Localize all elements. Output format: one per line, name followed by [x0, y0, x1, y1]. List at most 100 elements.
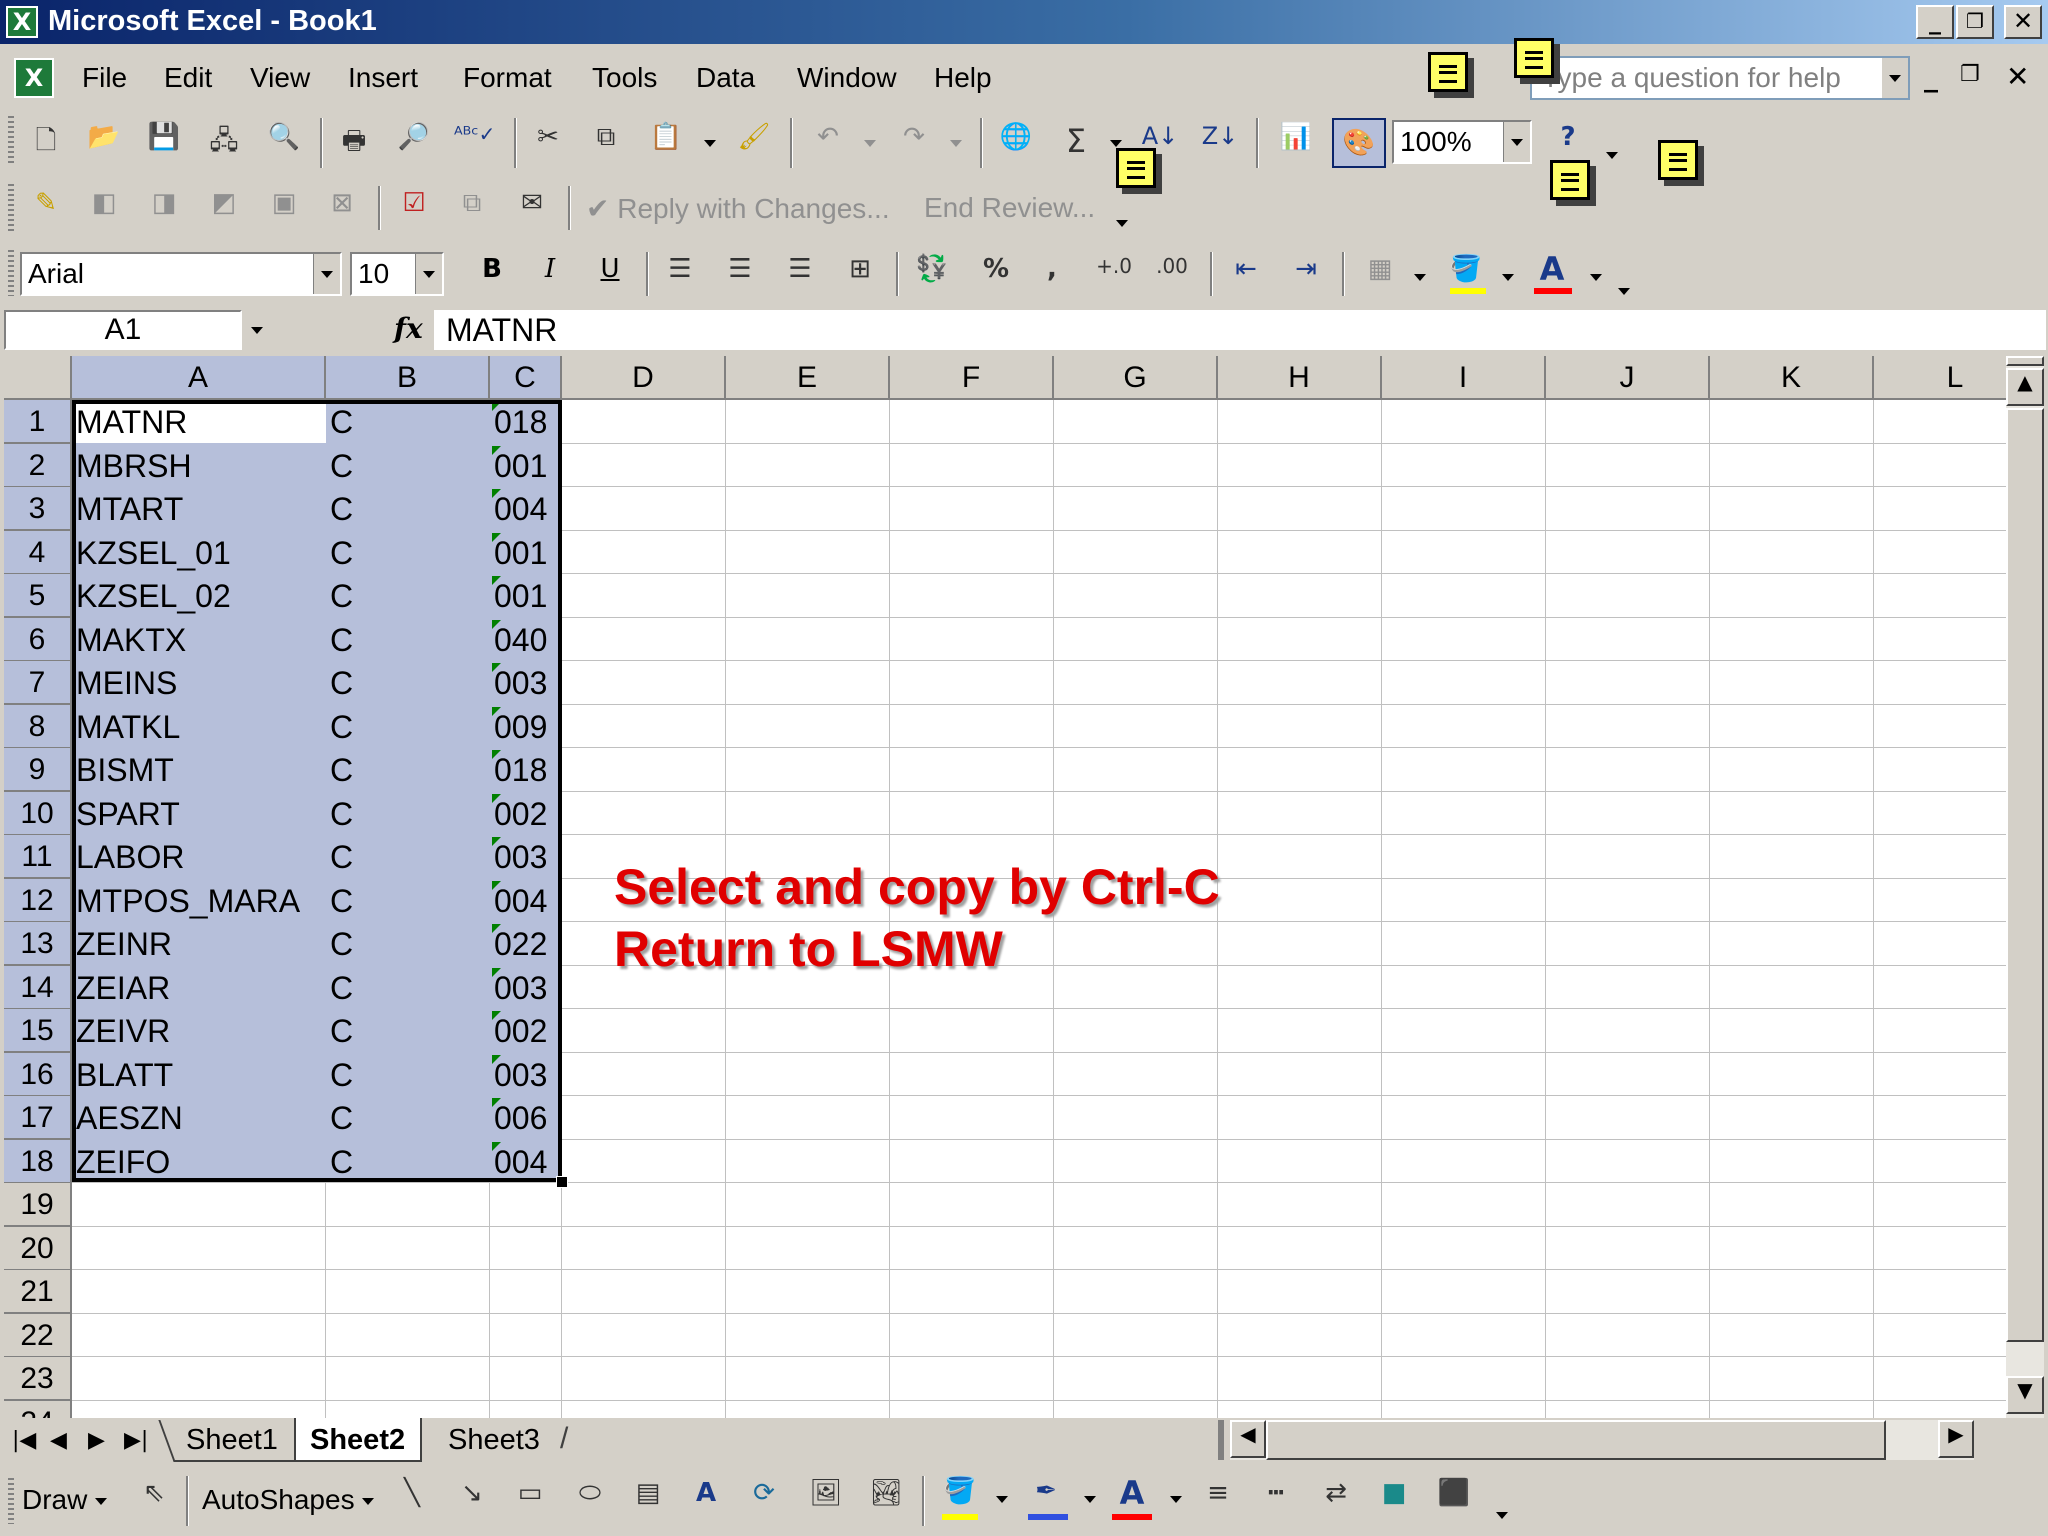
- sort-ascending-icon[interactable]: A↓: [1140, 122, 1180, 162]
- column-header-b[interactable]: B: [326, 356, 490, 400]
- workbook-minimize-button[interactable]: _: [1924, 60, 1938, 93]
- chevron-down-icon[interactable]: [1618, 288, 1630, 295]
- font-select[interactable]: Arial: [20, 252, 342, 296]
- align-right-icon[interactable]: ☰: [780, 254, 820, 294]
- column-header-d[interactable]: D: [562, 356, 726, 400]
- row-header-9[interactable]: 9: [4, 748, 72, 792]
- help-icon[interactable]: ?: [1548, 122, 1588, 162]
- row-header-14[interactable]: 14: [4, 965, 72, 1010]
- clip-art-icon[interactable]: 🖼: [806, 1478, 846, 1518]
- permission-icon[interactable]: 🖧: [204, 122, 244, 162]
- row-header-17[interactable]: 17: [4, 1096, 72, 1140]
- row-header-2[interactable]: 2: [4, 443, 72, 488]
- spelling-icon[interactable]: ᴬᴮᶜ✓: [454, 122, 495, 162]
- horizontal-scroll-thumb[interactable]: [1266, 1420, 1886, 1460]
- row-header-6[interactable]: 6: [4, 617, 72, 662]
- column-header-l[interactable]: L: [1874, 356, 2006, 400]
- column-header-i[interactable]: I: [1382, 356, 1546, 400]
- menu-window[interactable]: Window: [797, 62, 897, 94]
- row-header-7[interactable]: 7: [4, 661, 72, 705]
- name-box[interactable]: A1: [4, 310, 242, 350]
- arrow-style-icon[interactable]: ⇄: [1316, 1478, 1356, 1518]
- arrow-icon[interactable]: ↘: [452, 1478, 492, 1518]
- line-icon[interactable]: ╲: [392, 1478, 432, 1518]
- vertical-scroll-thumb[interactable]: [2006, 408, 2044, 1342]
- underline-icon[interactable]: U: [590, 254, 630, 294]
- chevron-down-icon[interactable]: [1590, 274, 1602, 281]
- decrease-decimal-icon[interactable]: .00: [1152, 254, 1192, 294]
- autoshapes-menu-button[interactable]: AutoShapes: [202, 1484, 375, 1516]
- previous-sheet-button[interactable]: ◀: [50, 1428, 67, 1453]
- row-header-24[interactable]: 24: [4, 1400, 72, 1418]
- autosum-icon[interactable]: Σ: [1056, 122, 1096, 162]
- cut-icon[interactable]: ✂: [528, 122, 568, 162]
- toolbar-grip[interactable]: [8, 184, 14, 232]
- font-size-dropdown-button[interactable]: [415, 254, 442, 294]
- draw-menu-button[interactable]: Draw: [22, 1484, 108, 1516]
- font-dropdown-button[interactable]: [313, 254, 340, 294]
- menu-view[interactable]: View: [250, 62, 310, 94]
- column-header-k[interactable]: K: [1710, 356, 1874, 400]
- column-header-g[interactable]: G: [1054, 356, 1218, 400]
- wordart-icon[interactable]: A: [686, 1478, 726, 1518]
- next-comment-icon[interactable]: ◨: [144, 188, 184, 228]
- increase-decimal-icon[interactable]: +.0: [1094, 254, 1134, 294]
- row-header-23[interactable]: 23: [4, 1357, 72, 1401]
- vertical-scrollbar[interactable]: ▲ ▼: [2006, 356, 2044, 1418]
- select-objects-icon[interactable]: ⇖: [134, 1478, 174, 1518]
- scroll-right-button[interactable]: ▶: [1938, 1420, 1974, 1458]
- workbook-restore-button[interactable]: ❐: [1960, 62, 1980, 87]
- chevron-down-icon[interactable]: [1502, 274, 1514, 281]
- horizontal-scrollbar[interactable]: ◀ ▶: [1230, 1420, 1974, 1460]
- row-header-8[interactable]: 8: [4, 704, 72, 749]
- rectangle-icon[interactable]: ▭: [510, 1478, 550, 1518]
- column-header-a[interactable]: A: [72, 356, 326, 400]
- previous-comment-icon[interactable]: ◧: [84, 188, 124, 228]
- row-header-3[interactable]: 3: [4, 487, 72, 531]
- zoom-select[interactable]: 100%: [1392, 120, 1532, 164]
- chevron-down-icon[interactable]: [1170, 1496, 1182, 1503]
- menu-format[interactable]: Format: [463, 62, 552, 94]
- chevron-down-icon[interactable]: [1084, 1496, 1096, 1503]
- row-header-20[interactable]: 20: [4, 1226, 72, 1271]
- column-header-c[interactable]: C: [490, 356, 562, 400]
- tab-split-handle[interactable]: [1218, 1420, 1224, 1460]
- excel-app-icon[interactable]: X: [6, 6, 38, 38]
- percent-icon[interactable]: %: [976, 254, 1016, 294]
- menu-help[interactable]: Help: [934, 62, 992, 94]
- fill-color-draw-icon[interactable]: 🪣: [940, 1476, 980, 1516]
- row-header-11[interactable]: 11: [4, 835, 72, 879]
- workbook-icon[interactable]: X: [14, 58, 54, 98]
- row-header-5[interactable]: 5: [4, 574, 72, 618]
- row-header-18[interactable]: 18: [4, 1139, 72, 1184]
- picture-icon[interactable]: 🏞: [866, 1478, 906, 1518]
- chevron-down-icon[interactable]: [950, 140, 962, 147]
- show-all-comments-icon[interactable]: ▣: [264, 188, 304, 228]
- shadow-style-icon[interactable]: ■: [1374, 1478, 1414, 1518]
- chevron-down-icon[interactable]: [996, 1496, 1008, 1503]
- align-center-icon[interactable]: ☰: [720, 254, 760, 294]
- draw-font-color-icon[interactable]: A: [1112, 1474, 1152, 1514]
- reply-with-changes-button[interactable]: ✔ Reply with Changes...: [586, 192, 890, 225]
- send-mail-icon[interactable]: ✉: [512, 188, 552, 228]
- help-question-box[interactable]: Type a question for help: [1530, 56, 1910, 100]
- print-preview-icon[interactable]: 🔎: [394, 122, 434, 162]
- menu-tools[interactable]: Tools: [592, 62, 657, 94]
- select-all-corner[interactable]: [4, 356, 72, 400]
- increase-indent-icon[interactable]: ⇥: [1286, 254, 1326, 294]
- borders-icon[interactable]: ▦: [1360, 254, 1400, 294]
- currency-icon[interactable]: 💱: [912, 254, 952, 294]
- worksheet-grid[interactable]: ABCDEFGHIJKL 1 2 3 4 5 6 7 8 9 10 11 12 13 14 15 16 17 18…: [4, 356, 2006, 1418]
- diagram-icon[interactable]: ⟳: [744, 1478, 784, 1518]
- close-button[interactable]: ✕: [2004, 5, 2042, 39]
- redo-icon[interactable]: ↷: [894, 122, 934, 162]
- formula-input[interactable]: MATNR: [434, 310, 2046, 350]
- print-icon[interactable]: 🖶: [334, 122, 374, 162]
- column-header-h[interactable]: H: [1218, 356, 1382, 400]
- track-changes-icon[interactable]: ☑: [394, 188, 434, 228]
- column-header-e[interactable]: E: [726, 356, 890, 400]
- scroll-down-button[interactable]: ▼: [2006, 1376, 2044, 1414]
- fill-handle[interactable]: [556, 1176, 568, 1188]
- row-header-12[interactable]: 12: [4, 878, 72, 923]
- menu-edit[interactable]: Edit: [164, 62, 212, 94]
